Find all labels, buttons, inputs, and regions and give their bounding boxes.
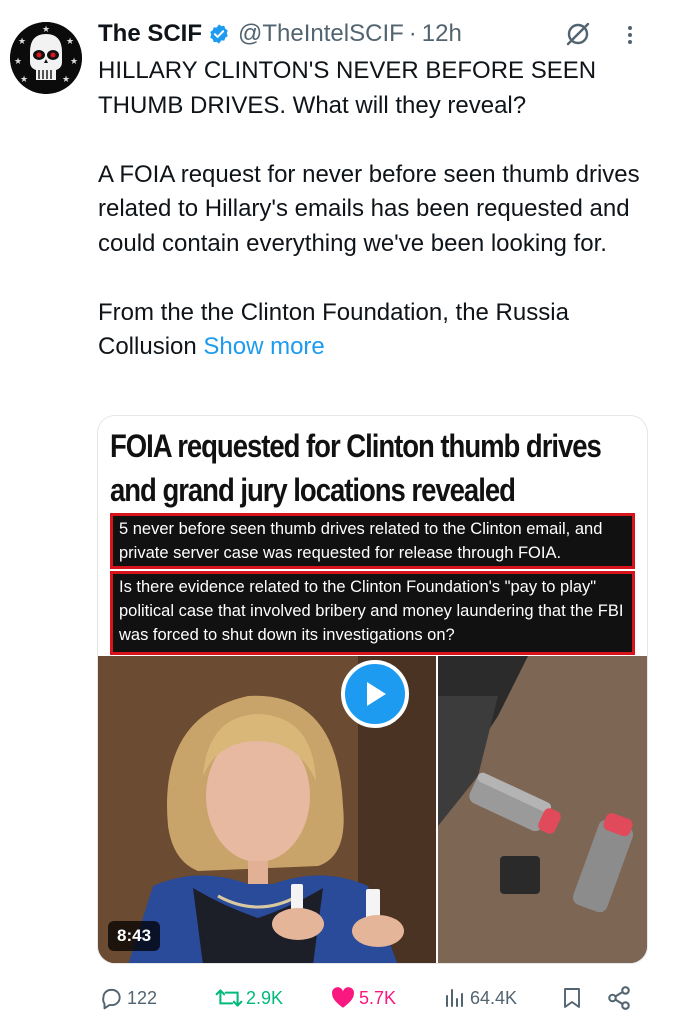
grok-icon[interactable] [564, 20, 592, 55]
views-button[interactable]: 64.4K [443, 982, 517, 1014]
tweet-paragraph-1: HILLARY CLINTON'S NEVER BEFORE SEEN THUM… [98, 57, 597, 119]
avatar-skull: ★ ★ ★ ★ ★ ★ ★ [10, 22, 82, 94]
retweet-icon [215, 989, 243, 1007]
media-headline: FOIA requested for Clinton thumb drives … [110, 424, 602, 512]
play-icon [367, 682, 386, 706]
svg-text:★: ★ [66, 37, 74, 47]
svg-text:★: ★ [18, 37, 26, 47]
separator-dot: · [408, 20, 417, 47]
svg-text:★: ★ [42, 25, 50, 35]
timestamp[interactable]: 12h [422, 20, 462, 48]
views-icon [446, 989, 463, 1007]
bookmark-button[interactable] [560, 982, 587, 1014]
more-icon[interactable] [626, 24, 634, 53]
media-photo-right [438, 656, 647, 963]
tweet-header: The SCIF @TheIntelSCIF · 12h [98, 18, 655, 50]
reply-button[interactable]: 122 [98, 982, 157, 1014]
retweet-button[interactable]: 2.9K [215, 982, 283, 1014]
bookmark-icon [564, 988, 580, 1008]
tweet-text: HILLARY CLINTON'S NEVER BEFORE SEEN THUM… [98, 54, 653, 365]
heart-icon [332, 987, 354, 1008]
author-name[interactable]: The SCIF [98, 20, 202, 48]
tweet-paragraph-3-text: From the the Clinton Foundation, the Rus… [98, 298, 569, 361]
retweet-count: 2.9K [246, 987, 284, 1008]
media-headline-line-2: and grand jury locations revealed [110, 472, 516, 508]
verified-badge-icon [208, 23, 230, 45]
tweet-paragraph-3: From the the Clinton Foundation, the Rus… [98, 296, 653, 365]
show-more-link[interactable]: Show more [203, 333, 324, 360]
media-headline-line-1: FOIA requested for Clinton thumb drives [110, 428, 602, 464]
thumb-drives-photo [438, 656, 647, 963]
reply-count: 122 [127, 987, 158, 1008]
tweet-paragraph-2: A FOIA request for never before seen thu… [98, 160, 640, 257]
svg-text:★: ★ [62, 75, 70, 85]
video-duration: 8:43 [108, 921, 161, 951]
like-button[interactable]: 5.7K [330, 982, 396, 1014]
video-media[interactable]: FOIA requested for Clinton thumb drives … [97, 415, 648, 964]
like-count: 5.7K [359, 987, 397, 1008]
svg-text:★: ★ [14, 57, 22, 67]
svg-text:★: ★ [20, 75, 28, 85]
views-count: 64.4K [470, 987, 518, 1008]
share-icon [608, 986, 630, 1010]
tweet-actions: 122 2.9K 5.7K 64.4K [98, 982, 645, 1014]
avatar[interactable]: ★ ★ ★ ★ ★ ★ ★ [10, 22, 82, 94]
svg-text:★: ★ [70, 57, 78, 67]
share-button[interactable] [606, 982, 635, 1014]
reply-icon [102, 988, 121, 1010]
media-callout-1: 5 never before seen thumb drives related… [110, 513, 635, 569]
media-callout-2: Is there evidence related to the Clinton… [110, 571, 635, 655]
author-handle[interactable]: @TheIntelSCIF [238, 20, 404, 48]
play-button[interactable] [341, 660, 409, 728]
